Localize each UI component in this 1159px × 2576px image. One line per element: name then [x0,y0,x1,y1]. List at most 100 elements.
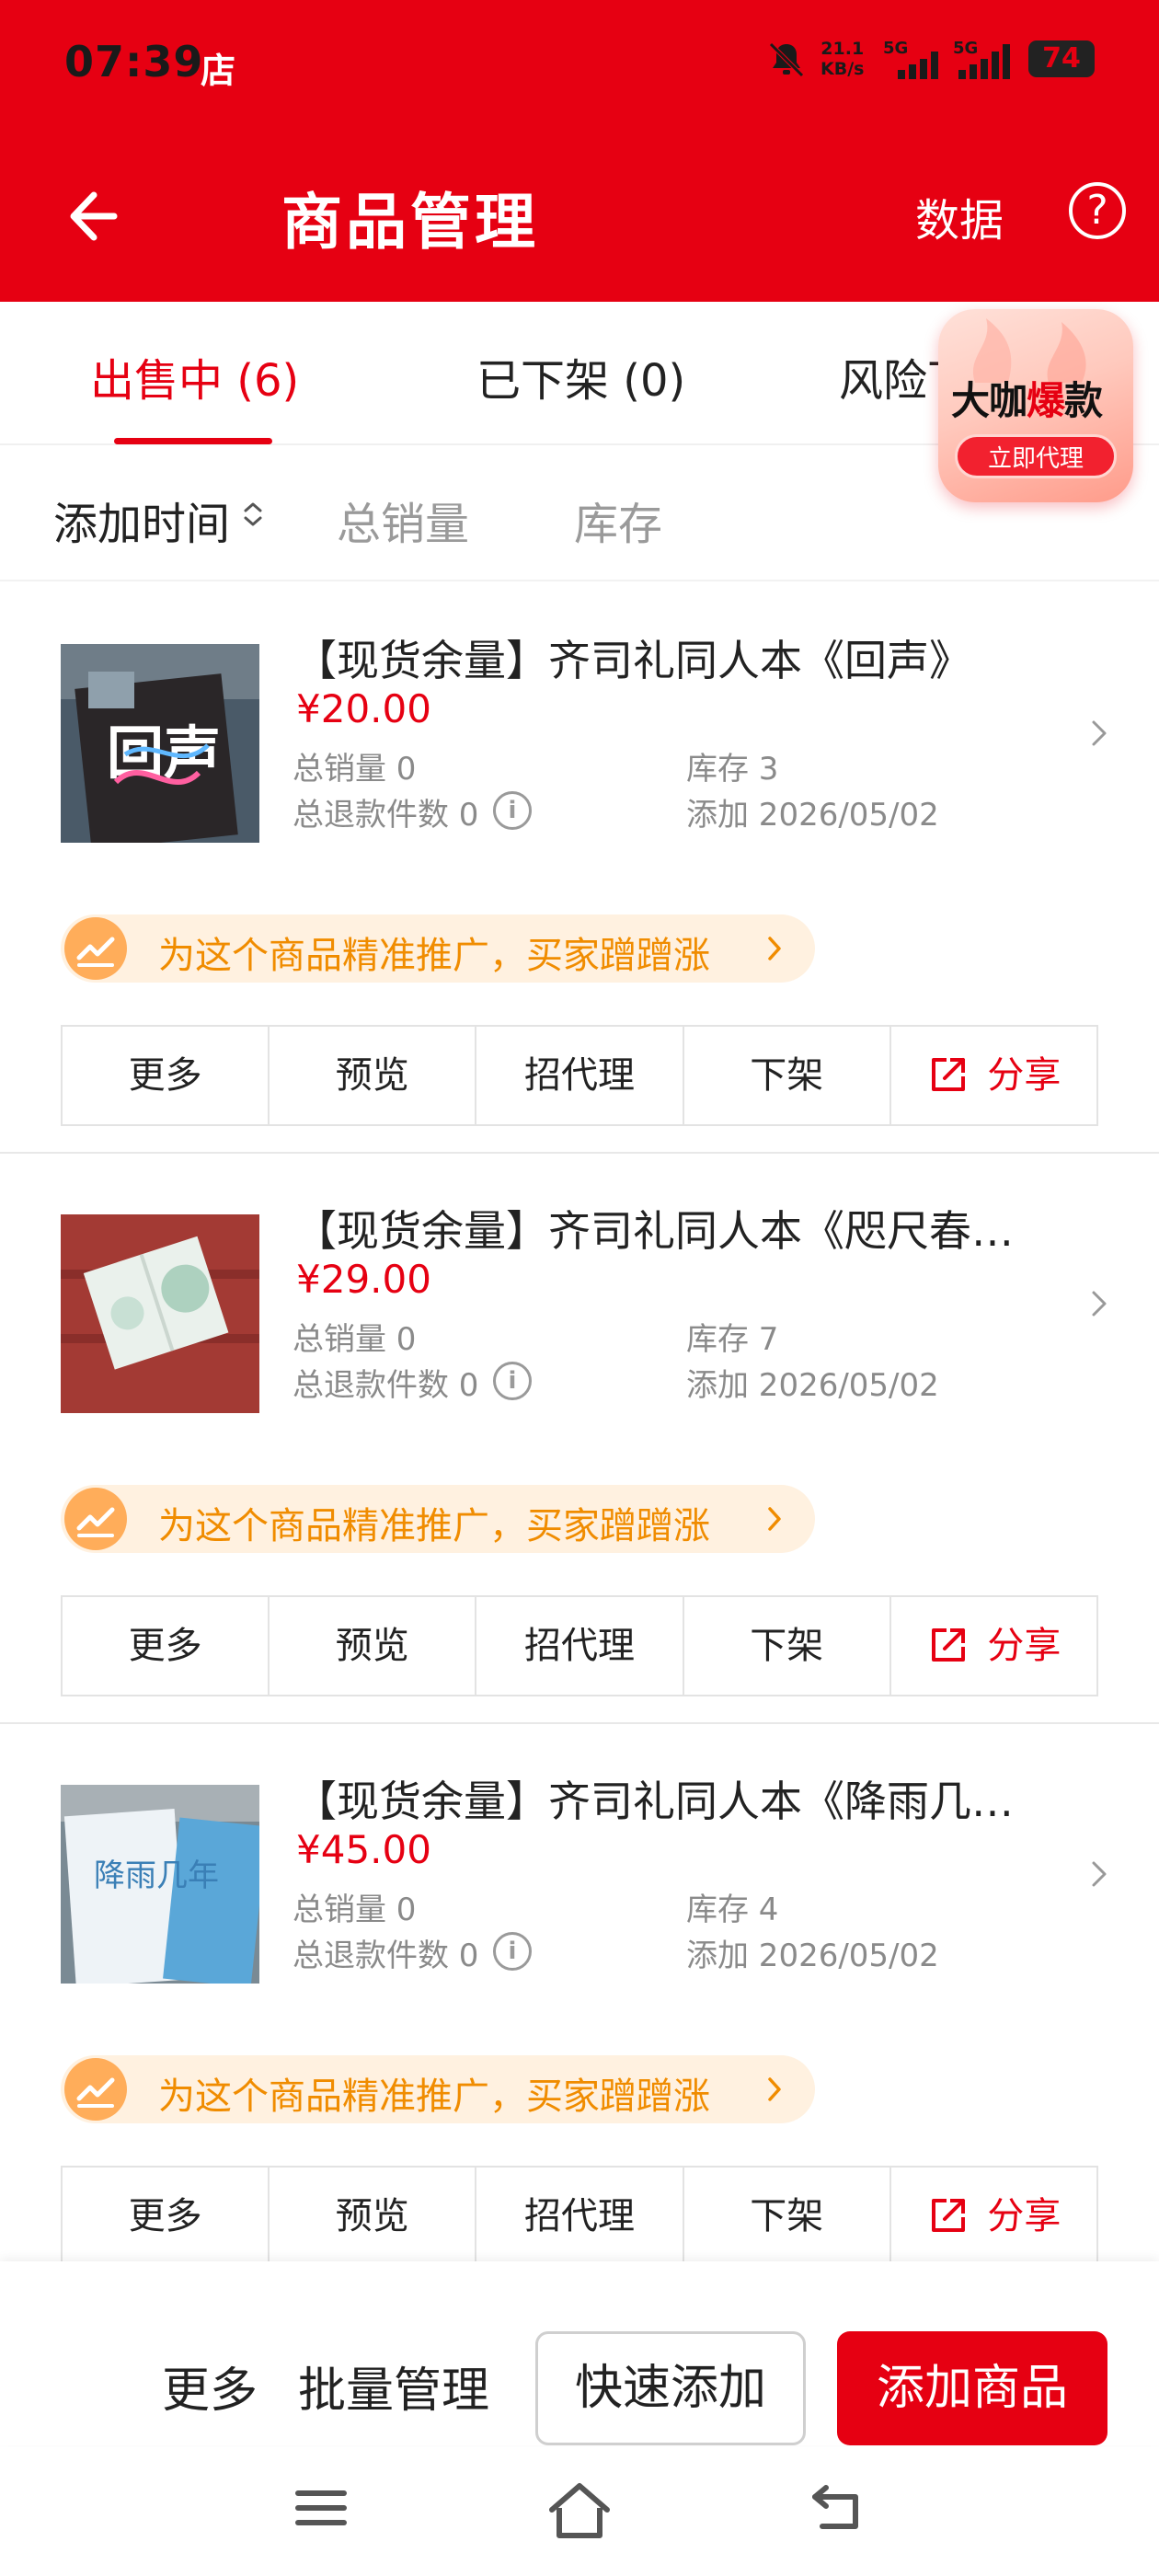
product-name: 【现货余量】齐司礼同人本《咫尺春… [294,1206,1014,1256]
product-added-date: 添加 2026/05/02 [686,797,939,834]
more-button[interactable]: 更多 [63,1597,270,1695]
trend-icon [64,917,127,980]
product-card[interactable]: 【现货余量】齐司礼同人本《咫尺春… ¥29.00 总销量 0 库存 7 总退款件… [0,1154,1159,1724]
info-icon[interactable]: i [493,1362,532,1400]
bottom-action-bar: 更多 批量管理 快速添加 添加商品 [0,2261,1159,2445]
share-label: 分享 [987,2195,1061,2237]
network-speed: 21.1 KB/s [820,39,864,79]
quick-add-button[interactable]: 快速添加 [535,2331,806,2445]
trend-icon [64,2058,127,2121]
batch-manage-button[interactable]: 批量管理 [298,2352,489,2421]
chevron-right-icon[interactable] [1085,719,1113,747]
data-link[interactable]: 数据 [915,184,1004,248]
preview-button[interactable]: 预览 [270,1027,477,1124]
preview-button[interactable]: 预览 [270,1597,477,1695]
product-thumbnail: 回声 [61,644,259,843]
product-stock: 库存 4 [686,1892,779,1928]
share-icon [932,1628,966,1662]
recruit-agent-button[interactable]: 招代理 [476,2168,684,2265]
sort-filters: 添加时间 总销量 库存 [0,447,1159,581]
home-icon[interactable] [546,2480,613,2541]
active-tab-indicator [114,438,272,444]
bottom-more-button[interactable]: 更多 [162,2352,258,2421]
trend-icon [64,1488,127,1550]
chevron-right-icon [768,2077,781,2101]
promo-title-a: 大咖 [951,378,1027,423]
product-refunds: 总退款件数 0 [293,1938,479,1974]
delist-button[interactable]: 下架 [684,1027,891,1124]
product-card[interactable]: 降雨几年 【现货余量】齐司礼同人本《降雨几… ¥45.00 总销量 0 库存 4… [0,1724,1159,2267]
info-icon[interactable]: i [493,1932,532,1971]
promotion-text: 为这个商品精准推广，买家蹭蹭涨 [158,1505,710,1547]
promotion-banner[interactable]: 为这个商品精准推广，买家蹭蹭涨 [61,1485,815,1553]
thumb-title-p3: 降雨几年 [94,1857,219,1894]
delist-button[interactable]: 下架 [684,1597,891,1695]
filter-total-sales[interactable]: 总销量 [337,488,469,552]
status-time: 07:39 [64,37,204,86]
info-icon[interactable]: i [493,791,532,830]
page-title: 商品管理 [281,187,539,258]
product-thumbnail: 降雨几年 [61,1785,259,1984]
app-header: 07:39 店 21.1 KB/s 5G 5G 74 商品管理 数据 ? [0,0,1159,302]
battery-indicator: 74 [1028,40,1095,77]
share-button[interactable]: 分享 [891,2168,1096,2265]
sort-caret-icon [244,502,262,526]
product-price: ¥45.00 [296,1827,431,1872]
signal-1-icon: 5G [883,39,955,81]
help-icon[interactable]: ? [1069,182,1126,239]
share-button[interactable]: 分享 [891,1597,1096,1695]
status-bar: 07:39 店 21.1 KB/s 5G 5G 74 [0,28,1159,101]
share-icon [932,1058,966,1091]
speed-value: 21.1 [820,39,865,59]
product-actions: 更多 预览 招代理 下架 分享 [61,1025,1098,1126]
recruit-agent-button[interactable]: 招代理 [476,1027,684,1124]
mute-icon [769,42,804,77]
chevron-right-icon[interactable] [1085,1860,1113,1888]
share-button[interactable]: 分享 [891,1027,1096,1124]
nav-bar: 商品管理 数据 ? [0,147,1159,276]
share-label: 分享 [987,1054,1061,1097]
delist-button[interactable]: 下架 [684,2168,891,2265]
product-name: 【现货余量】齐司礼同人本《降雨几… [294,1777,1014,1826]
product-added-date: 添加 2026/05/02 [686,1938,939,1974]
product-card[interactable]: 回声 【现货余量】齐司礼同人本《回声》 ¥20.00 总销量 0 库存 3 总退… [0,583,1159,1154]
product-stock: 库存 3 [686,751,779,788]
promotion-banner[interactable]: 为这个商品精准推广，买家蹭蹭涨 [61,914,815,983]
promo-title-c: 款 [1064,378,1103,423]
more-button[interactable]: 更多 [63,2168,270,2265]
speed-unit: KB/s [820,59,865,79]
product-actions: 更多 预览 招代理 下架 分享 [61,2166,1098,2267]
chevron-right-icon [768,937,781,960]
promo-title: 大咖爆款 [951,370,1103,426]
product-price: ¥29.00 [296,1257,431,1302]
product-sales: 总销量 0 [293,1321,417,1358]
shop-notification-icon: 店 [201,51,236,91]
preview-button[interactable]: 预览 [270,2168,477,2265]
share-label: 分享 [987,1625,1061,1667]
recruit-agent-button[interactable]: 招代理 [476,1597,684,1695]
promotion-banner[interactable]: 为这个商品精准推广，买家蹭蹭涨 [61,2055,815,2123]
product-thumbnail [61,1214,259,1413]
chevron-right-icon[interactable] [1085,1290,1113,1317]
filter-stock[interactable]: 库存 [574,488,662,552]
product-actions: 更多 预览 招代理 下架 分享 [61,1595,1098,1696]
back-icon[interactable] [809,2480,866,2536]
product-added-date: 添加 2026/05/02 [686,1367,939,1404]
signal-2-icon: 5G [953,39,1025,81]
promotion-text: 为这个商品精准推广，买家蹭蹭涨 [158,2076,710,2118]
more-button[interactable]: 更多 [63,1027,270,1124]
menu-icon[interactable] [293,2480,350,2536]
product-refunds: 总退款件数 0 [293,1367,479,1404]
back-arrow-icon[interactable] [57,184,121,248]
promo-title-b: 爆 [1027,378,1065,423]
promotion-text: 为这个商品精准推广，买家蹭蹭涨 [158,935,710,977]
chevron-right-icon [768,1507,781,1531]
product-refunds: 总退款件数 0 [293,797,479,834]
product-sales: 总销量 0 [293,751,417,788]
tab-delisted[interactable]: 已下架 (0) [476,344,685,408]
product-name: 【现货余量】齐司礼同人本《回声》 [294,636,971,685]
tab-on-sale[interactable]: 出售中 (6) [90,344,299,408]
product-stock: 库存 7 [686,1321,779,1358]
add-product-button[interactable]: 添加商品 [837,2331,1107,2445]
filter-added-time[interactable]: 添加时间 [53,488,230,552]
